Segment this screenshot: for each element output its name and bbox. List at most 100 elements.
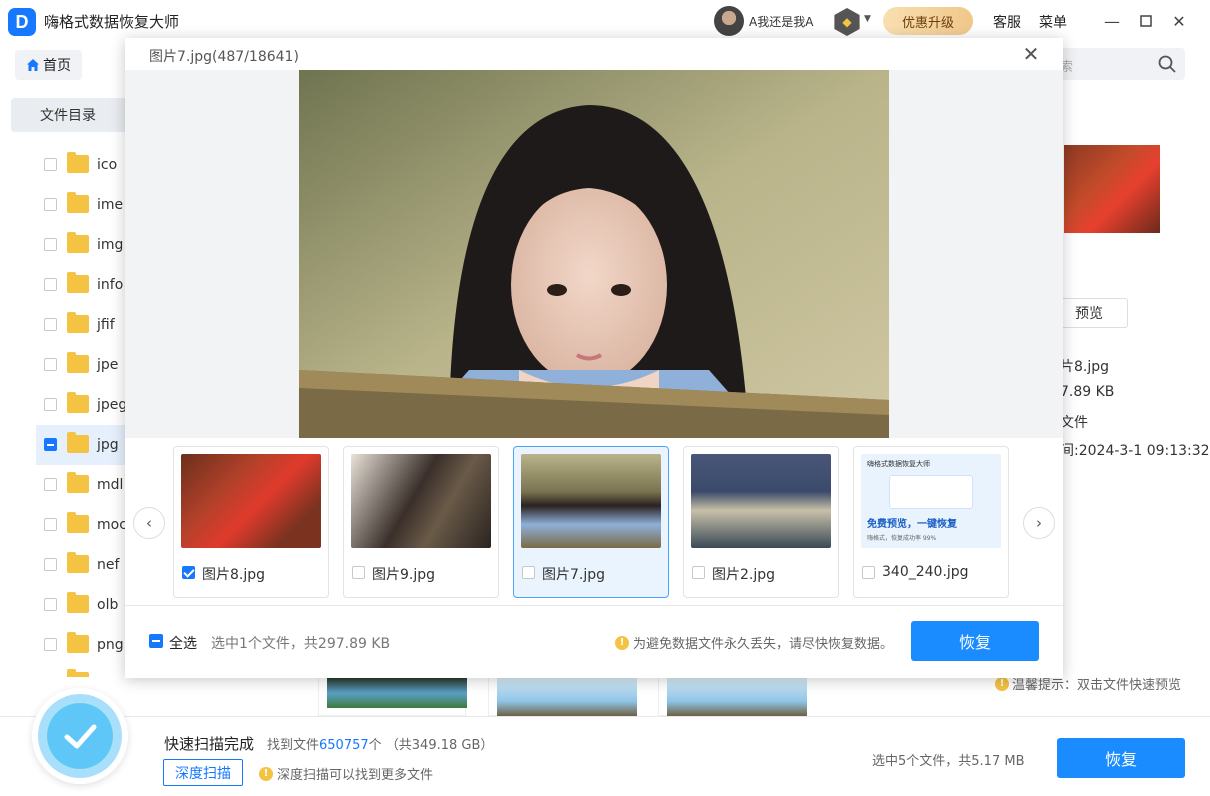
background-thumbnail[interactable] [488,677,637,717]
tree-checkbox[interactable] [44,398,57,411]
thumbnail-checkbox[interactable] [692,566,705,579]
sidebar-item-label: ico [97,157,118,173]
file-type-value: 文件 [1060,415,1088,431]
sidebar-item-label: nef [97,557,120,573]
sidebar-item-ime[interactable]: ime [36,185,126,225]
sidebar-item-label: jpe [97,357,119,373]
menu-link[interactable]: 菜单 [1039,12,1067,32]
warning-icon: ! [995,676,1009,691]
folder-icon [67,432,89,453]
chevron-down-icon[interactable]: ▼ [864,14,871,24]
thumbnail-image [691,454,831,548]
thumbnail-card[interactable]: 图片2.jpg [683,446,839,598]
scan-status: 快速扫描完成 [164,735,255,753]
found-suffix: 个 （共349.18 GB） [368,738,494,753]
sidebar-item-jpe[interactable]: jpe [36,345,126,385]
select-all-checkbox[interactable] [149,634,163,648]
thumbnail-checkbox[interactable] [862,566,875,579]
thumbnail-card[interactable]: 图片8.jpg [173,446,329,598]
deep-tip-label: 深度扫描可以找到更多文件 [277,768,434,783]
sidebar-item-jpeg[interactable]: jpeg [36,385,128,425]
warning-icon: ! [615,635,629,650]
tree-checkbox[interactable] [44,638,57,651]
sidebar-item-label: png [97,637,124,653]
folder-icon [67,272,89,293]
sidebar-item-nef[interactable]: nef [36,545,126,585]
background-thumbnail[interactable] [658,677,807,717]
thumbnail-card-active[interactable]: 图片7.jpg [513,446,669,598]
tree-checkbox[interactable] [44,598,57,611]
deep-scan-button[interactable]: 深度扫描 [163,759,243,786]
file-name-value: 片8.jpg [1060,359,1110,375]
sidebar-item-label: moc [97,517,127,533]
modal-close-icon[interactable]: ✕ [1020,42,1042,66]
thumbnail-image [181,454,321,548]
thumbnail-name: 图片7.jpg [542,567,606,583]
modal-recover-button[interactable]: 恢复 [911,621,1039,661]
tree-checkbox[interactable] [44,518,57,531]
tree-checkbox[interactable] [44,558,57,571]
search-icon[interactable] [1157,54,1177,74]
tree-checkbox[interactable] [44,238,57,251]
sidebar-item-label: mdl [97,477,124,493]
thumbnail-image [351,454,491,548]
folder-icon [67,392,89,413]
tree-checkbox[interactable] [44,478,57,491]
modal-warning: ! 为避免数据文件永久丢失，请尽快恢复数据。 [615,633,893,652]
sidebar-item-ico[interactable]: ico [36,145,126,185]
avatar[interactable] [714,6,744,36]
tree-checkbox[interactable] [44,198,57,211]
sidebar-item-label: olb [97,597,119,613]
recover-button[interactable]: 恢复 [1057,738,1185,778]
select-all-label[interactable]: 全选 [169,633,197,653]
thumbnail-card[interactable]: 图片9.jpg [343,446,499,598]
folder-icon [67,512,89,533]
sidebar-item-label: info [97,277,124,293]
modal-title: 图片7.jpg(487/18641) [149,49,299,65]
user-name[interactable]: A我还是我A [749,13,813,30]
close-icon[interactable]: ✕ [1168,10,1190,32]
tree-checkbox[interactable] [44,158,57,171]
home-button[interactable]: 首页 [15,50,82,80]
thumbnail-checkbox[interactable] [182,566,195,579]
prev-arrow-icon[interactable]: ‹ [133,507,165,539]
tree-checkbox[interactable] [44,278,57,291]
warning-icon: ! [259,766,273,781]
sidebar-item-png[interactable]: png [36,625,126,665]
thumbnail-checkbox[interactable] [522,566,535,579]
ad-headline: 免费预览，一键恢复 [867,519,957,530]
file-size-value: 7.89 KB [1060,384,1115,400]
directory-tab[interactable]: 文件目录 [11,98,125,132]
ad-brand: 嗨格式数据恢复大师 [867,460,930,468]
sidebar-item-mdl[interactable]: mdl [36,465,126,505]
sidebar-item-info[interactable]: info [36,265,126,305]
folder-icon [67,152,89,173]
sidebar-item-label: ime [97,197,124,213]
tree-checkbox[interactable] [44,358,57,371]
thumbnail-name: 图片9.jpg [372,567,436,583]
ad-sub: 嗨格式，恢复成功率 99% [867,535,937,542]
sidebar-item-olb[interactable]: olb [36,585,126,625]
tree-checkbox[interactable] [44,438,57,451]
tree-checkbox[interactable] [44,318,57,331]
thumbnail-checkbox[interactable] [352,566,365,579]
found-prefix: 找到文件 [267,738,320,753]
customer-service-link[interactable]: 客服 [993,12,1021,32]
thumbnail-image [521,454,661,548]
sidebar-item-jfif[interactable]: jfif [36,305,126,345]
sidebar-item-moc[interactable]: moc [36,505,127,545]
minimize-icon[interactable]: — [1101,10,1123,32]
thumbnail-card[interactable]: 嗨格式数据恢复大师 免费预览，一键恢复 嗨格式，恢复成功率 99% 340_24… [853,446,1009,598]
app-title: 嗨格式数据恢复大师 [44,13,180,31]
maximize-icon[interactable] [1135,10,1157,32]
sidebar-item-jpg[interactable]: jpg [36,425,126,465]
next-arrow-icon[interactable]: › [1023,507,1055,539]
sidebar-item-label: jpeg [97,397,128,413]
thumbnail-image: 嗨格式数据恢复大师 免费预览，一键恢复 嗨格式，恢复成功率 99% [861,454,1001,548]
background-thumbnail[interactable] [318,677,467,716]
folder-icon [67,472,89,493]
upgrade-button[interactable]: 优惠升级 [883,7,973,35]
sidebar-item-img[interactable]: img [36,225,126,265]
file-modified-value: 间:2024-3-1 09:13:32 [1060,443,1210,459]
home-label: 首页 [43,58,71,74]
